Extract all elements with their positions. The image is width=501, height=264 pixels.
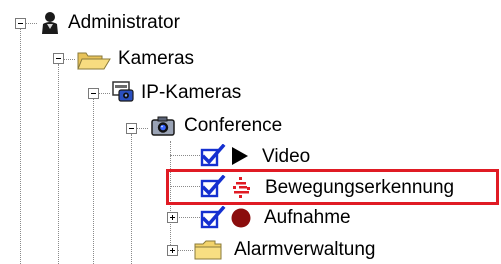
- tree-connector: [25, 23, 37, 24]
- motion-detection-icon: [233, 177, 250, 198]
- folder-icon: [194, 240, 222, 260]
- checkbox-checked-icon[interactable]: [200, 175, 226, 199]
- tree-connector: [175, 217, 202, 218]
- record-icon: [231, 208, 251, 228]
- tree-connector: [58, 64, 59, 264]
- play-icon: [232, 147, 248, 165]
- person-icon: [42, 12, 58, 34]
- tree-node-label: Conference: [184, 115, 283, 136]
- tree-connector: [93, 99, 94, 264]
- expand-toggle[interactable]: [167, 212, 178, 223]
- tree-connector: [170, 155, 202, 156]
- tree-node-label: IP-Kameras: [141, 82, 242, 103]
- tree-node-label: Administrator: [68, 12, 180, 33]
- tree-node-label: Bewegungserkennung: [265, 177, 455, 198]
- camera-icon: [151, 116, 175, 136]
- tree-connector: [63, 59, 75, 60]
- expand-toggle[interactable]: [167, 245, 178, 256]
- tree-connector: [136, 128, 148, 129]
- checkbox-checked-icon[interactable]: [200, 206, 226, 230]
- collapse-toggle[interactable]: [15, 18, 26, 29]
- folder-open-icon: [77, 52, 111, 70]
- checkbox-checked-icon[interactable]: [200, 144, 226, 168]
- tree-connector: [131, 134, 132, 264]
- ip-camera-group-icon: [112, 81, 134, 102]
- tree-node-label: Alarmverwaltung: [234, 239, 376, 260]
- collapse-toggle[interactable]: [53, 53, 64, 64]
- tree-node-label: Aufnahme: [264, 207, 351, 228]
- tree-connector: [98, 93, 110, 94]
- collapse-toggle[interactable]: [126, 123, 137, 134]
- collapse-toggle[interactable]: [88, 88, 99, 99]
- tree-node-label: Kameras: [118, 48, 195, 69]
- tree-connector: [20, 29, 21, 264]
- tree-node-label: Video: [262, 146, 311, 167]
